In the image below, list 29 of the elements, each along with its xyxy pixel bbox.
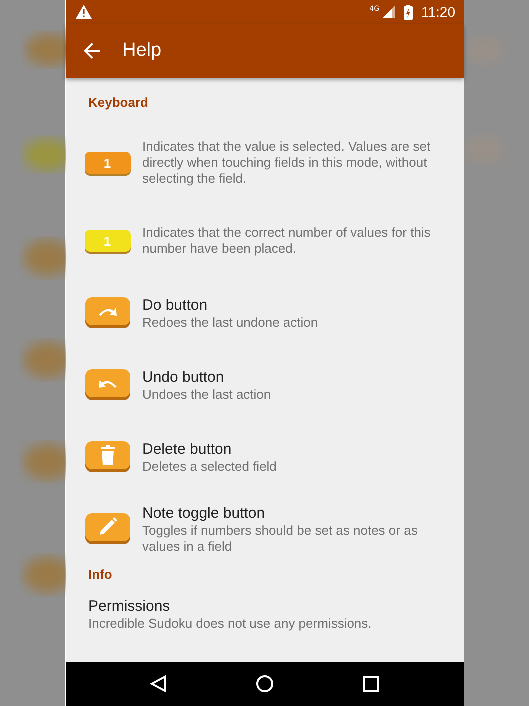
signal-icon — [382, 6, 394, 18]
clock-time: 11:20 — [422, 4, 456, 20]
redo-icon — [84, 297, 130, 329]
battery-charging-icon — [404, 4, 412, 20]
item-description: Indicates that the correct number of values for this number have been placed. — [142, 225, 432, 257]
item-description: Toggles if numbers should be set as notes or as values in a field — [142, 522, 419, 554]
home-icon[interactable] — [256, 675, 274, 693]
item-description: Redoes the last undone action — [142, 314, 320, 330]
item-title: Permissions — [88, 597, 172, 616]
item-description: Deletes a selected field — [142, 458, 278, 474]
recents-icon[interactable] — [362, 675, 380, 693]
back-arrow-icon[interactable] — [84, 43, 100, 59]
number-key: 1 — [84, 230, 130, 252]
undo-icon — [84, 369, 130, 401]
warning-icon — [76, 5, 92, 19]
trash-icon — [84, 441, 130, 473]
number-key: 1 — [84, 152, 130, 174]
item-title: Delete button — [142, 440, 233, 458]
item-title: Do button — [142, 296, 209, 314]
screen-title: Help — [122, 40, 162, 62]
section-header: Info — [88, 567, 114, 584]
back-icon[interactable] — [150, 675, 168, 693]
item-title: Undo button — [142, 368, 226, 386]
item-description: Undoes the last action — [142, 386, 272, 402]
pencil-icon — [84, 513, 130, 545]
item-description: Incredible Sudoku does not use any permissions. — [88, 616, 373, 632]
item-title: Note toggle button — [142, 504, 266, 522]
section-header: Keyboard — [88, 95, 150, 112]
item-description: Indicates that the value is selected. Values are set directly when touching fields in this mode, without selecting the field. — [142, 139, 432, 187]
